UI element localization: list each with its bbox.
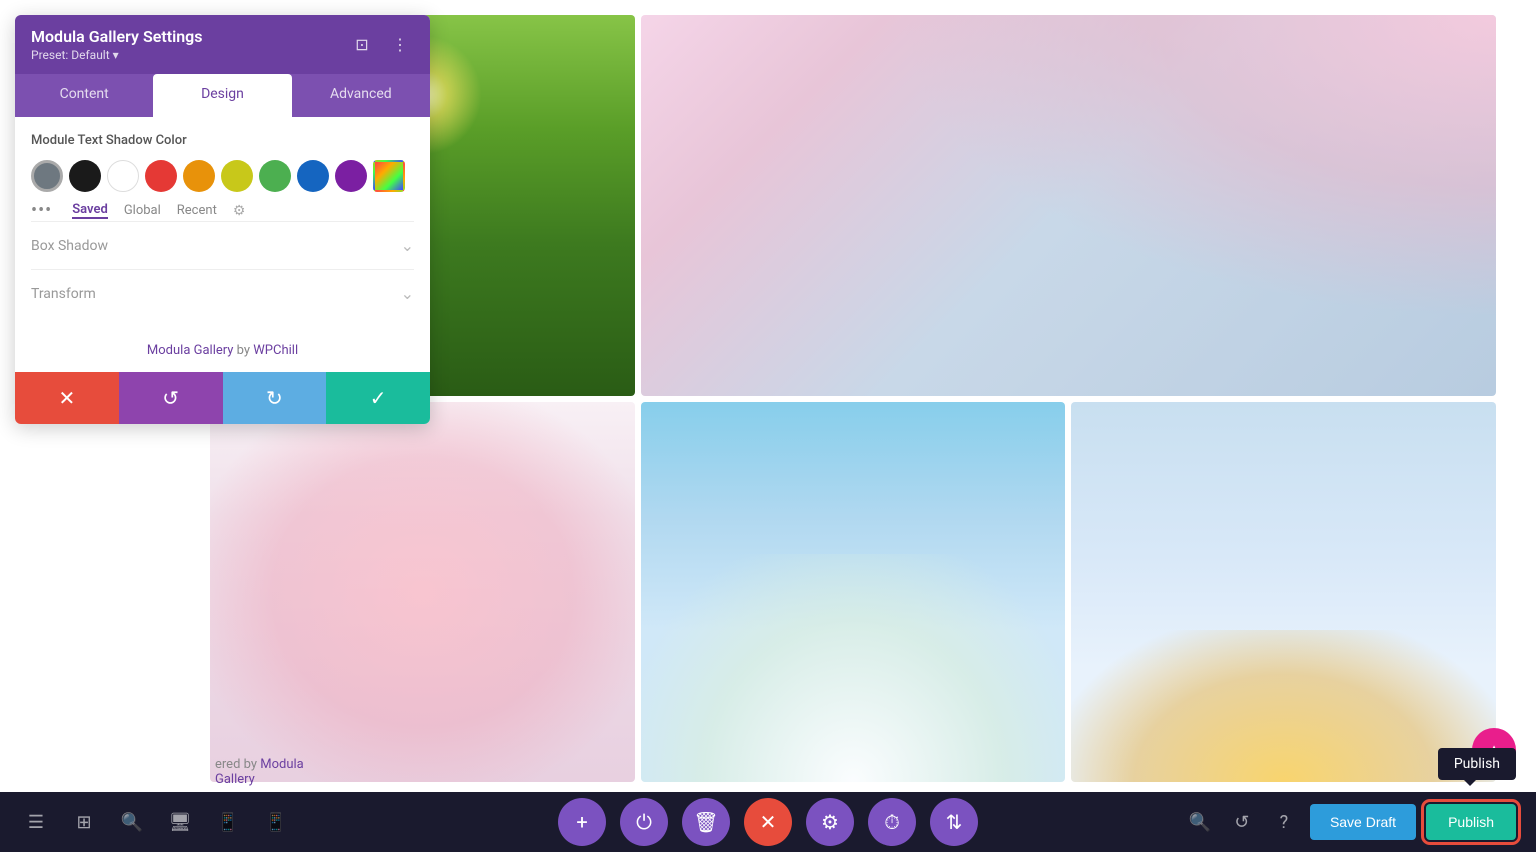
color-swatches-row [31,160,414,192]
toolbar-right: 🔍 ↺ ? Save Draft Publish [1184,804,1516,840]
transform-label: Transform [31,286,96,302]
confirm-button[interactable]: ✓ [326,372,430,424]
search-icon[interactable]: 🔍 [116,806,148,838]
cancel-button[interactable]: ✕ [15,372,119,424]
panel-footer: Modula Gallery by WPChill [15,333,430,372]
hamburger-icon[interactable]: ☰ [20,806,52,838]
panel-header-icons: ⊡ ⋮ [348,31,414,59]
tablet-icon[interactable]: 📱 [212,806,244,838]
gallery-image-sky-flowers [1071,402,1496,783]
undo-button[interactable]: ↺ [119,372,223,424]
footer-by: by [237,343,254,358]
toolbar-left: ☰ ⊞ 🔍 🖥 📱 📱 [20,806,292,838]
more-options-icon[interactable]: ⋮ [386,31,414,59]
color-tab-saved[interactable]: Saved [72,202,108,219]
swatch-red[interactable] [145,160,177,192]
panel-title: Modula Gallery Settings [31,27,203,46]
delete-button[interactable]: 🗑 [682,798,730,846]
panel-subtitle[interactable]: Preset: Default ▾ [31,48,203,62]
swatch-white[interactable] [107,160,139,192]
more-swatches-row: ••• Saved Global Recent ⚙ [31,200,414,221]
swatch-orange[interactable] [183,160,215,192]
bottom-toolbar: ☰ ⊞ 🔍 🖥 📱 📱 + ⏻ 🗑 ✕ ⚙ ⏱ ⇅ 🔍 ↺ ? Save Dra… [0,792,1536,852]
transform-chevron: ⌄ [401,284,414,303]
swatch-current[interactable] [31,160,63,192]
more-colors-button[interactable]: ••• [31,200,52,221]
swatch-black[interactable] [69,160,101,192]
swatch-yellow[interactable] [221,160,253,192]
panel-tabs: Content Design Advanced [15,74,430,117]
color-tab-global[interactable]: Global [124,203,161,218]
mobile-icon[interactable]: 📱 [260,806,292,838]
save-draft-button[interactable]: Save Draft [1310,804,1416,840]
fullscreen-icon[interactable]: ⊡ [348,31,376,59]
tab-content[interactable]: Content [15,74,153,117]
wpchill-link[interactable]: WPChill [253,343,298,358]
box-shadow-label: Box Shadow [31,238,108,254]
gallery-image-white-flowers [641,402,1066,783]
tab-design[interactable]: Design [153,74,291,117]
box-shadow-chevron: ⌄ [401,236,414,255]
settings-panel: Modula Gallery Settings Preset: Default … [15,15,430,424]
publish-tooltip: Publish [1438,748,1516,780]
swatch-purple[interactable] [335,160,367,192]
gallery-area: Modula Gallery Settings Preset: Default … [0,0,1536,852]
desktop-icon[interactable]: 🖥 [164,806,196,838]
credit-modula-link[interactable]: Modula [260,757,304,772]
swatch-blue[interactable] [297,160,329,192]
refresh-icon[interactable]: ↺ [1226,806,1258,838]
panel-actions: ✕ ↺ ↻ ✓ [15,372,430,424]
close-button[interactable]: ✕ [744,798,792,846]
help-icon[interactable]: ? [1268,806,1300,838]
color-tab-recent[interactable]: Recent [177,203,217,218]
color-filter-tabs: Saved Global Recent ⚙ [72,202,245,219]
zoom-icon[interactable]: 🔍 [1184,806,1216,838]
credit-prefix: ered by [215,757,260,772]
gallery-image-pink-bottom [210,402,635,783]
history-button[interactable]: ⏱ [868,798,916,846]
transform-section[interactable]: Transform ⌄ [31,269,414,317]
redo-button[interactable]: ↻ [223,372,327,424]
settings-button[interactable]: ⚙ [806,798,854,846]
panel-header: Modula Gallery Settings Preset: Default … [15,15,430,74]
sort-button[interactable]: ⇅ [930,798,978,846]
modula-credit: ered by Modula Gallery [215,757,304,787]
box-shadow-section[interactable]: Box Shadow ⌄ [31,221,414,269]
credit-gallery-link[interactable]: Gallery [215,772,255,787]
power-button[interactable]: ⏻ [620,798,668,846]
panel-title-area: Modula Gallery Settings Preset: Default … [31,27,203,62]
publish-button[interactable]: Publish [1426,804,1516,840]
modula-gallery-link[interactable]: Modula Gallery [147,343,234,358]
color-section-label: Module Text Shadow Color [31,133,414,148]
gallery-image-cherry-top [641,15,1496,396]
panel-content: Module Text Shadow Color [15,117,430,333]
toolbar-center: + ⏻ 🗑 ✕ ⚙ ⏱ ⇅ [558,798,978,846]
tab-advanced[interactable]: Advanced [292,74,430,117]
swatch-gradient[interactable] [373,160,405,192]
add-button[interactable]: + [558,798,606,846]
swatch-green[interactable] [259,160,291,192]
color-settings-icon[interactable]: ⚙ [233,203,246,219]
wireframe-icon[interactable]: ⊞ [68,806,100,838]
